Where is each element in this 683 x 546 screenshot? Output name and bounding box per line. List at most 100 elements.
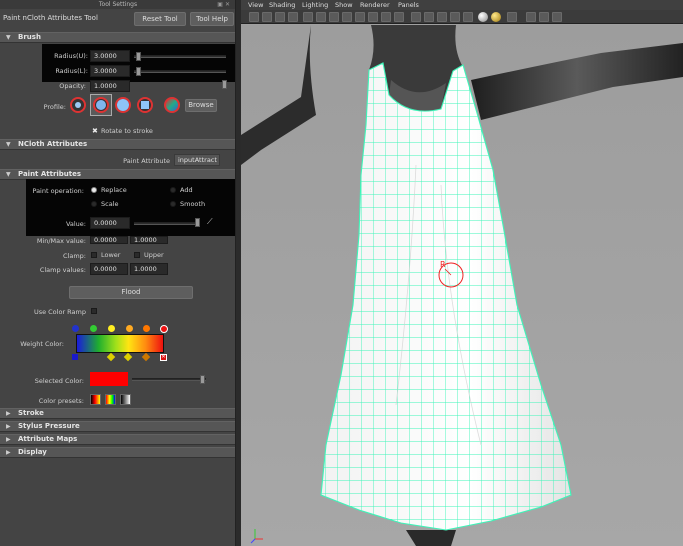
isolate-icon[interactable] — [526, 12, 536, 22]
section-display[interactable]: ▶ Display — [0, 447, 235, 458]
op-scale-radio[interactable] — [91, 201, 97, 207]
op-smooth-radio[interactable] — [170, 201, 176, 207]
minmax-label: Min/Max value: — [36, 237, 86, 245]
menu-show[interactable]: Show — [335, 1, 353, 9]
textured-icon[interactable] — [450, 12, 460, 22]
op-replace-label: Replace — [101, 186, 127, 194]
resolution-gate-icon[interactable] — [329, 12, 339, 22]
preset-rainbow-icon[interactable] — [105, 394, 116, 405]
clamp-upper-label: Upper — [144, 251, 164, 259]
profile-soft-icon[interactable] — [70, 97, 86, 113]
default-light-icon[interactable] — [478, 12, 488, 22]
grid-icon[interactable] — [303, 12, 313, 22]
clamp-min-field[interactable]: 0.0000 — [90, 263, 128, 275]
value-field[interactable]: 0.0000 — [90, 217, 130, 229]
selected-color-slider-track[interactable] — [132, 378, 206, 381]
ramp-delete-icon[interactable]: ✕ — [160, 354, 167, 361]
section-attribute-maps[interactable]: ▶ Attribute Maps — [0, 434, 235, 445]
ramp-marker-green-icon[interactable] — [90, 325, 97, 332]
clamp-max-field[interactable]: 1.0000 — [130, 263, 168, 275]
rotate-check-icon[interactable]: ✖ — [92, 127, 98, 135]
wireframe-on-shaded-icon[interactable] — [437, 12, 447, 22]
op-replace-radio[interactable] — [91, 187, 97, 193]
section-stylus-pressure[interactable]: ▶ Stylus Pressure — [0, 421, 235, 432]
3d-viewport[interactable]: View Shading Lighting Show Renderer Pane… — [241, 0, 683, 546]
profile-image-icon[interactable] — [164, 97, 180, 113]
rotate-to-stroke-label: Rotate to stroke — [101, 127, 153, 135]
viewport-scene[interactable]: R — [241, 25, 683, 546]
menu-panels[interactable]: Panels — [398, 1, 419, 9]
section-ncloth[interactable]: ▼ NCloth Attributes — [0, 139, 235, 150]
tool-help-button[interactable]: Tool Help — [190, 12, 234, 26]
safe-action-icon[interactable] — [368, 12, 378, 22]
use-color-ramp-checkbox[interactable] — [91, 308, 97, 314]
preset-grayscale-icon[interactable] — [120, 394, 131, 405]
opacity-field[interactable]: 1.0000 — [90, 80, 130, 92]
ramp-bottom-diamond-icon[interactable] — [106, 352, 116, 362]
menu-renderer[interactable]: Renderer — [360, 1, 390, 9]
min-value-field[interactable]: 0.0000 — [90, 236, 128, 244]
browse-button[interactable]: Browse — [185, 99, 217, 112]
ramp-bottom-diamond-icon[interactable] — [123, 352, 133, 362]
clamp-lower-label: Lower — [101, 251, 121, 259]
camera-attr-icon[interactable] — [262, 12, 272, 22]
ramp-marker-yellow2-icon[interactable] — [126, 325, 133, 332]
window-controls-icon[interactable]: ▣✕ — [217, 0, 232, 9]
radius-l-slider-thumb[interactable] — [136, 67, 141, 76]
reset-tool-button[interactable]: Reset Tool — [134, 12, 186, 26]
radius-l-slider-track[interactable] — [134, 70, 226, 73]
color-presets-label: Color presets: — [38, 397, 84, 405]
radius-u-slider-track[interactable] — [134, 55, 226, 58]
weight-color-ramp[interactable] — [76, 334, 164, 353]
profile-square-icon[interactable] — [137, 97, 153, 113]
op-add-radio[interactable] — [170, 187, 176, 193]
film-gate-icon[interactable] — [316, 12, 326, 22]
text-icon[interactable] — [394, 12, 404, 22]
expand-triangle-icon: ▼ — [6, 34, 11, 41]
ramp-bottom-diamond-icon[interactable] — [141, 352, 151, 362]
layout-icon[interactable] — [552, 12, 562, 22]
radius-u-slider-thumb[interactable] — [136, 52, 141, 61]
ramp-marker-blue-icon[interactable] — [72, 325, 79, 332]
menu-view[interactable]: View — [248, 1, 263, 9]
wireframe-icon[interactable] — [411, 12, 421, 22]
value-slider-track[interactable] — [134, 222, 200, 225]
eyedropper-icon[interactable]: ⟋ — [207, 217, 213, 227]
selected-color-slider-thumb[interactable] — [200, 375, 205, 384]
clamp-lower-checkbox[interactable] — [91, 252, 97, 258]
menu-shading[interactable]: Shading — [269, 1, 295, 9]
safe-title-icon[interactable] — [381, 12, 391, 22]
gate-mask-icon[interactable] — [342, 12, 352, 22]
section-brush[interactable]: ▼ Brush — [0, 32, 235, 43]
xray-icon[interactable] — [507, 12, 517, 22]
clamp-upper-checkbox[interactable] — [134, 252, 140, 258]
hud-icon[interactable] — [539, 12, 549, 22]
paint-attribute-label: Paint Attribute — [123, 157, 170, 165]
ramp-marker-red-icon[interactable] — [160, 325, 168, 333]
paint-attribute-dropdown[interactable]: inputAttract — [174, 154, 220, 166]
radius-l-field[interactable]: 3.0000 — [90, 65, 130, 77]
image-plane-icon[interactable] — [288, 12, 298, 22]
ramp-marker-yellow-icon[interactable] — [108, 325, 115, 332]
radius-u-field[interactable]: 3.0000 — [90, 50, 130, 62]
all-lights-icon[interactable] — [491, 12, 501, 22]
camera-select-icon[interactable] — [249, 12, 259, 22]
flood-button[interactable]: Flood — [69, 286, 193, 299]
opacity-slider-thumb[interactable] — [222, 80, 227, 89]
checker-icon[interactable] — [463, 12, 473, 22]
smooth-shade-icon[interactable] — [424, 12, 434, 22]
selected-color-swatch[interactable] — [90, 372, 128, 386]
max-value-field[interactable]: 1.0000 — [130, 236, 168, 244]
menu-lighting[interactable]: Lighting — [302, 1, 328, 9]
value-slider-thumb[interactable] — [195, 218, 200, 227]
clamp-values-label: Clamp values: — [39, 266, 86, 274]
section-stroke[interactable]: ▶ Stroke — [0, 408, 235, 419]
profile-medium-icon[interactable] — [93, 97, 109, 113]
field-chart-icon[interactable] — [355, 12, 365, 22]
ramp-marker-orange-icon[interactable] — [143, 325, 150, 332]
ramp-bottom-blue-icon[interactable] — [72, 354, 78, 360]
bookmark-icon[interactable] — [275, 12, 285, 22]
profile-hard-icon[interactable] — [115, 97, 131, 113]
expand-triangle-icon: ▼ — [6, 171, 11, 178]
preset-heat-icon[interactable] — [90, 394, 101, 405]
